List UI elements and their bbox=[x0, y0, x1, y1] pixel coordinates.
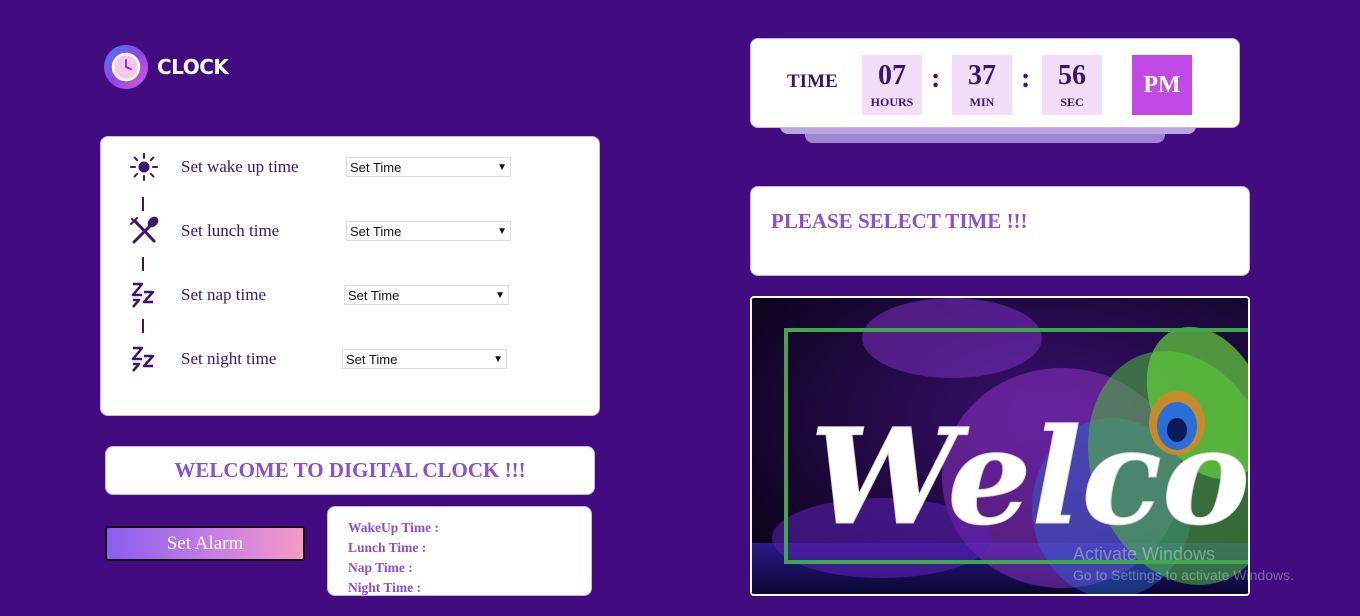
seconds-value: 56 bbox=[1058, 60, 1086, 91]
wakeup-label: Set wake up time bbox=[181, 157, 299, 176]
welcome-banner: WELCOME TO DIGITAL CLOCK !!! bbox=[105, 446, 595, 495]
lunch-time-select[interactable]: Set Time ▼ bbox=[346, 221, 511, 241]
lunch-label: Set lunch time bbox=[181, 221, 280, 240]
seconds-caption: SEC bbox=[1060, 95, 1084, 109]
timeline-connector bbox=[142, 257, 144, 271]
lunch-time-text: Lunch Time : bbox=[348, 540, 427, 555]
colon-separator: : bbox=[931, 63, 941, 94]
schedule-row-wakeup: Set wake up time Set Time ▼ bbox=[101, 152, 599, 182]
hours-value: 07 bbox=[878, 60, 906, 91]
activation-watermark: Activate Windows Go to Settings to activ… bbox=[1073, 544, 1294, 583]
wakeup-time-text: WakeUp Time : bbox=[348, 520, 440, 535]
sun-icon bbox=[127, 150, 161, 184]
minutes-display: 37 MIN bbox=[952, 55, 1012, 115]
clock-icon bbox=[104, 45, 148, 89]
night-time-select[interactable]: Set Time ▼ bbox=[342, 349, 507, 369]
minutes-caption: MIN bbox=[969, 95, 995, 109]
times-summary: WakeUp Time : Lunch Time : Nap Time : Ni… bbox=[327, 506, 592, 596]
status-message: PLEASE SELECT TIME !!! bbox=[750, 186, 1250, 276]
clock-label: TIME bbox=[787, 71, 838, 92]
wakeup-time-select[interactable]: Set Time ▼ bbox=[346, 157, 511, 177]
ampm-indicator: PM bbox=[1132, 55, 1192, 115]
welcome-image-text: Welcome bbox=[810, 400, 1248, 555]
night-time-text: Night Time : bbox=[348, 580, 422, 595]
colon-separator: : bbox=[1021, 63, 1031, 94]
hours-caption: HOURS bbox=[870, 95, 914, 109]
schedule-row-nap: Set nap time Set Time ▼ bbox=[101, 280, 599, 310]
night-label: Set night time bbox=[181, 349, 277, 368]
set-alarm-button[interactable]: Set Alarm bbox=[105, 526, 305, 561]
logo-text: CLOCK bbox=[157, 55, 229, 79]
digital-clock: TIME 07 HOURS : 37 MIN : 56 SEC PM bbox=[750, 38, 1240, 128]
hours-display: 07 HOURS bbox=[862, 55, 922, 115]
nap-label: Set nap time bbox=[181, 285, 266, 304]
watermark-line1: Activate Windows bbox=[1073, 544, 1216, 564]
sleep-zz-icon bbox=[127, 278, 161, 312]
sleep-zz-icon bbox=[127, 342, 161, 376]
watermark-line2: Go to Settings to activate Windows. bbox=[1073, 567, 1294, 583]
minutes-value: 37 bbox=[968, 60, 996, 91]
nap-time-text: Nap Time : bbox=[348, 560, 413, 575]
seconds-display: 56 SEC bbox=[1042, 55, 1102, 115]
nap-time-select[interactable]: Set Time ▼ bbox=[344, 285, 509, 305]
schedule-card: Set wake up time Set Time ▼ Set lunch tim… bbox=[100, 136, 600, 416]
timeline-connector bbox=[142, 197, 144, 211]
timeline-connector bbox=[142, 319, 144, 333]
schedule-row-night: Set night time Set Time ▼ bbox=[101, 344, 599, 374]
app-logo: CLOCK bbox=[104, 45, 229, 89]
fork-spoon-icon bbox=[127, 214, 161, 248]
schedule-row-lunch: Set lunch time Set Time ▼ bbox=[101, 216, 599, 246]
